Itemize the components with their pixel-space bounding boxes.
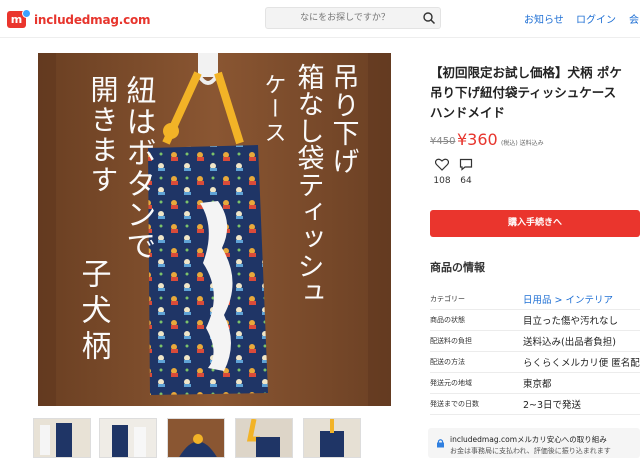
info-row-condition: 商品の状態 目立った傷や汚れなし [430,310,640,331]
info-row-ship-from: 発送元の地域 東京都 [430,373,640,394]
info-label: 発送元の地域 [430,379,472,387]
comment-button[interactable]: 64 [454,156,478,186]
like-button[interactable]: 108 [430,156,454,186]
section-title-product-info: 商品の情報 [430,261,485,274]
product-title: 【初回限定お試し価格】犬柄 ポケ 吊り下げ紐付袋ティッシュケース ハンドメイド [430,63,640,123]
like-count: 108 [433,176,451,186]
product-main-image[interactable]: 開きます 紐はボタンで 子犬柄 ケース 箱なし袋ティッシュ 吊り下げ [38,53,391,406]
tax-note: (税込) 送料込み [501,140,544,147]
info-label: 商品の状態 [430,316,465,324]
info-label: カテゴリー [430,295,465,303]
comment-icon [459,158,473,171]
info-row-shipping-method: 配送の方法 らくらくメルカリ便 匿名配 [430,352,640,373]
product-title-line-1: 【初回限定お試し価格】犬柄 ポケ [430,65,622,80]
nav-news[interactable]: お知らせ [524,11,564,26]
hero-text-top2: 箱なし袋ティッシュ [293,63,325,306]
nav-login[interactable]: ログイン [576,11,616,26]
product-photo: 開きます 紐はボタンで 子犬柄 ケース 箱なし袋ティッシュ 吊り下げ [38,53,391,406]
hero-text-top1: 吊り下げ [328,63,359,175]
header: m includedmag.com お知らせ ログイン 会 [0,0,640,38]
search-box[interactable] [265,7,441,29]
nav-signup[interactable]: 会 [629,11,639,26]
buy-button[interactable]: 購入手続きへ [430,210,640,237]
brand-name[interactable]: includedmag.com [34,13,151,27]
lock-icon [437,439,444,448]
info-value: 2~3日で発送 [523,400,582,411]
search-icon[interactable] [422,11,436,25]
info-row-shipping-fee: 配送料の負担 送料込み(出品者負担) [430,331,640,352]
product-title-line-3: ハンドメイド [430,105,506,120]
hero-text-col2: 開きます [87,75,120,195]
category-link[interactable]: 日用品 > インテリア [523,292,613,306]
info-label: 発送までの日数 [430,400,479,408]
thumbnail-4[interactable] [235,418,293,458]
thumbnail-3[interactable] [167,418,225,458]
hero-text-col3: 子犬柄 [76,258,111,366]
notice-title: includedmag.comメルカリ安心への取り組み [450,435,607,444]
comment-count: 64 [460,176,472,186]
info-row-category: カテゴリー 日用品 > インテリア [430,289,640,310]
info-row-ship-days: 発送までの日数 2~3日で発送 [430,394,640,415]
safety-notice[interactable]: includedmag.comメルカリ安心への取り組み お金は事務局に支払われ、… [428,428,640,458]
info-value: 東京都 [523,379,552,390]
thumbnail-5[interactable] [303,418,361,458]
info-label: 配送料の負担 [430,337,472,345]
notice-text: お金は事務局に支払われ、評価後に振り込まれます [450,447,611,455]
heart-icon [434,158,450,171]
info-label: 配送の方法 [430,358,465,366]
info-value: 送料込み(出品者負担) [523,337,616,348]
sale-price: ¥360 [457,130,498,149]
thumbnail-1[interactable] [33,418,91,458]
product-title-line-2: 吊り下げ紐付袋ティッシュケース [430,85,617,100]
info-value: 目立った傷や汚れなし [523,316,619,327]
search-input[interactable] [266,8,416,28]
original-price: ¥450 [430,136,456,147]
hero-text-col1: 紐はボタンで [121,75,156,261]
logo-dot [22,9,31,18]
info-value: らくらくメルカリ便 匿名配 [523,358,640,369]
hero-text-top3: ケース [261,73,286,145]
brand-logo[interactable]: m [7,9,31,29]
thumbnail-2[interactable] [99,418,157,458]
